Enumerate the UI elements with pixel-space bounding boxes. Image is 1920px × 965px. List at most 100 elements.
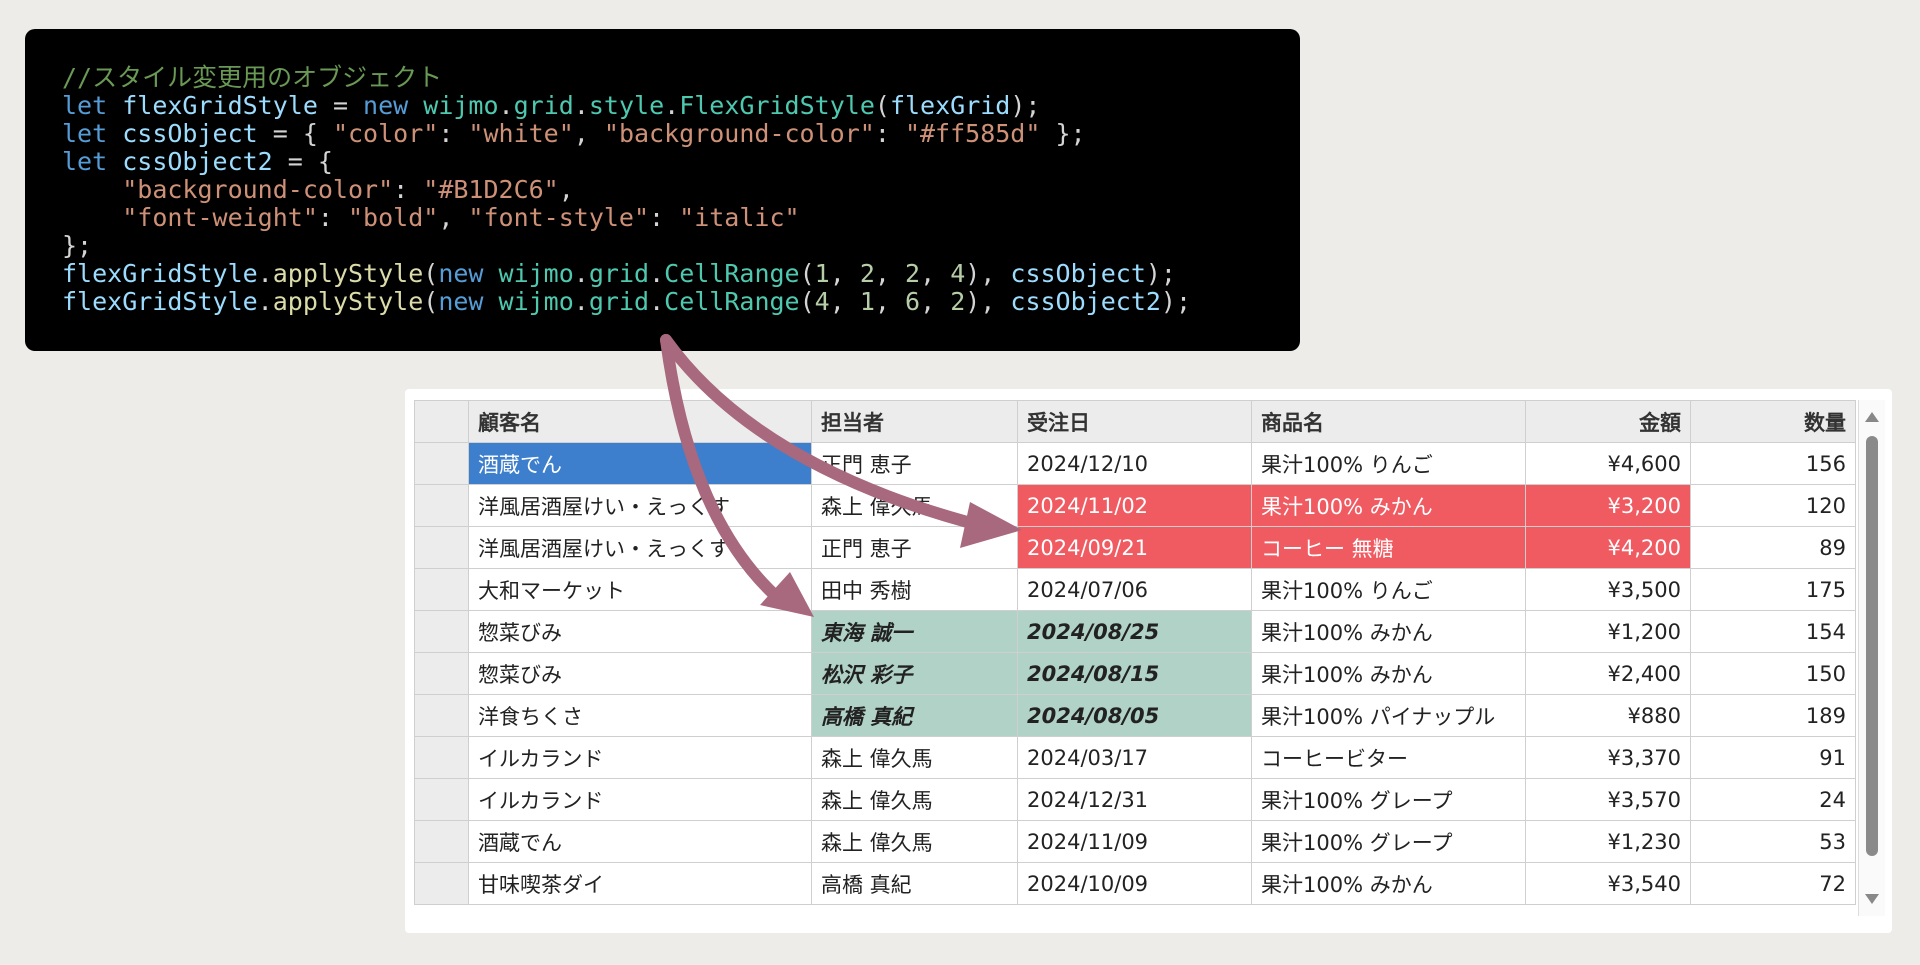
column-header[interactable]: 数量 [1690,400,1856,443]
grid-cell[interactable]: ¥3,500 [1525,568,1691,611]
table-row[interactable]: 酒蔵でん 森上 偉久馬 2024/11/09 果汁100% グレープ ¥1,230 53 [414,820,1856,863]
grid-cell[interactable]: 酒蔵でん [468,442,812,485]
grid-cell[interactable]: ¥1,200 [1525,610,1691,653]
grid-cell[interactable]: 果汁100% グレープ [1251,778,1526,821]
grid-cell[interactable]: コーヒー 無糖 [1251,526,1526,569]
row-header[interactable] [414,568,469,611]
grid-cell[interactable]: 田中 秀樹 [811,568,1018,611]
grid-cell[interactable]: 120 [1690,484,1856,527]
grid-cell[interactable]: 89 [1690,526,1856,569]
grid-cell[interactable]: ¥1,230 [1525,820,1691,863]
grid-cell[interactable]: 正門 恵子 [811,442,1018,485]
grid-cell[interactable]: 甘味喫茶ダイ [468,862,812,905]
table-row[interactable]: 大和マーケット 田中 秀樹 2024/07/06 果汁100% りんご ¥3,500 17… [414,568,1856,611]
grid-cell[interactable]: コーヒービター [1251,736,1526,779]
row-header[interactable] [414,862,469,905]
grid-cell[interactable]: 2024/12/10 [1017,442,1252,485]
grid-cell[interactable]: 森上 偉久馬 [811,736,1018,779]
grid-cell[interactable]: ¥4,200 [1525,526,1691,569]
grid-cell[interactable]: 果汁100% みかん [1251,484,1526,527]
scrollbar-thumb[interactable] [1866,436,1878,856]
grid-cell[interactable]: ¥3,370 [1525,736,1691,779]
grid-cell[interactable]: 2024/08/15 [1017,652,1252,695]
row-header[interactable] [414,442,469,485]
triangle-up-icon[interactable] [1865,412,1879,422]
row-header[interactable] [414,778,469,821]
table-row[interactable]: イルカランド 森上 偉久馬 2024/12/31 果汁100% グレープ ¥3,570 2… [414,778,1856,821]
grid-cell[interactable]: 91 [1690,736,1856,779]
grid-cell[interactable]: 洋食ちくさ [468,694,812,737]
grid-cell[interactable]: イルカランド [468,736,812,779]
grid-cell[interactable]: ¥4,600 [1525,442,1691,485]
grid-cell[interactable]: 大和マーケット [468,568,812,611]
grid-cell[interactable]: 果汁100% みかん [1251,610,1526,653]
grid-cell[interactable]: 正門 恵子 [811,526,1018,569]
grid-cell[interactable]: 高橋 真紀 [811,694,1018,737]
grid-cell[interactable]: 高橋 真紀 [811,862,1018,905]
table-row[interactable]: 甘味喫茶ダイ 高橋 真紀 2024/10/09 果汁100% みかん ¥3,540 72 [414,862,1856,905]
grid-cell[interactable]: 175 [1690,568,1856,611]
grid-cell[interactable]: 洋風居酒屋けい・えっくす [468,526,812,569]
grid-cell[interactable]: 2024/10/09 [1017,862,1252,905]
grid-cell[interactable]: 果汁100% グレープ [1251,820,1526,863]
grid-cell[interactable]: イルカランド [468,778,812,821]
grid-cell[interactable]: 森上 偉久馬 [811,820,1018,863]
vertical-scrollbar[interactable] [1858,400,1885,916]
row-header[interactable] [414,610,469,653]
grid-cell[interactable]: 果汁100% みかん [1251,652,1526,695]
row-header[interactable] [414,694,469,737]
grid-cell[interactable]: ¥880 [1525,694,1691,737]
column-header[interactable]: 顧客名 [468,400,812,443]
grid-cell[interactable]: 森上 偉久馬 [811,778,1018,821]
table-row[interactable]: 酒蔵でん 正門 恵子 2024/12/10 果汁100% りんご ¥4,600 156 [414,442,1856,485]
column-header[interactable]: 商品名 [1251,400,1526,443]
table-row[interactable]: 洋風居酒屋けい・えっくす 森上 偉久馬 2024/11/02 果汁100% みかん ¥3… [414,484,1856,527]
grid-cell[interactable]: 2024/09/21 [1017,526,1252,569]
grid-cell[interactable]: 189 [1690,694,1856,737]
grid-cell[interactable]: 2024/12/31 [1017,778,1252,821]
grid-cell[interactable]: ¥3,570 [1525,778,1691,821]
table-row[interactable]: 惣菜びみ 東海 誠一 2024/08/25 果汁100% みかん ¥1,200 154 [414,610,1856,653]
grid-cell[interactable]: 24 [1690,778,1856,821]
table-row[interactable]: 洋風居酒屋けい・えっくす 正門 恵子 2024/09/21 コーヒー 無糖 ¥4,200… [414,526,1856,569]
table-row[interactable]: 洋食ちくさ 高橋 真紀 2024/08/05 果汁100% パイナップル ¥880 189 [414,694,1856,737]
grid-cell[interactable]: 洋風居酒屋けい・えっくす [468,484,812,527]
flexgrid-viewport[interactable]: 顧客名 担当者 受注日 商品名 金額 数量 酒蔵でん 正門 恵子 2024/12/10 果汁10… [414,400,1858,916]
column-header[interactable]: 受注日 [1017,400,1252,443]
row-header[interactable] [414,484,469,527]
grid-cell[interactable]: 156 [1690,442,1856,485]
grid-cell[interactable]: 2024/07/06 [1017,568,1252,611]
grid-cell[interactable]: ¥3,200 [1525,484,1691,527]
table-row[interactable]: イルカランド 森上 偉久馬 2024/03/17 コーヒービター ¥3,370 91 [414,736,1856,779]
triangle-down-icon[interactable] [1865,894,1879,904]
flexgrid[interactable]: 顧客名 担当者 受注日 商品名 金額 数量 酒蔵でん 正門 恵子 2024/12/10 果汁10… [414,400,1856,905]
grid-cell[interactable]: 惣菜びみ [468,610,812,653]
grid-cell[interactable]: 150 [1690,652,1856,695]
grid-cell[interactable]: 松沢 彩子 [811,652,1018,695]
table-row[interactable]: 惣菜びみ 松沢 彩子 2024/08/15 果汁100% みかん ¥2,400 150 [414,652,1856,695]
column-header[interactable]: 金額 [1525,400,1691,443]
row-header[interactable] [414,652,469,695]
grid-cell[interactable]: 53 [1690,820,1856,863]
grid-cell[interactable]: 2024/08/25 [1017,610,1252,653]
row-header[interactable] [414,820,469,863]
grid-cell[interactable]: 森上 偉久馬 [811,484,1018,527]
grid-cell[interactable]: 果汁100% りんご [1251,568,1526,611]
row-header[interactable] [414,526,469,569]
grid-cell[interactable]: 154 [1690,610,1856,653]
grid-cell[interactable]: 惣菜びみ [468,652,812,695]
grid-cell[interactable]: 果汁100% みかん [1251,862,1526,905]
grid-cell[interactable]: 東海 誠一 [811,610,1018,653]
grid-cell[interactable]: ¥2,400 [1525,652,1691,695]
grid-cell[interactable]: ¥3,540 [1525,862,1691,905]
grid-cell[interactable]: 2024/11/09 [1017,820,1252,863]
grid-cell[interactable]: 酒蔵でん [468,820,812,863]
grid-cell[interactable]: 2024/11/02 [1017,484,1252,527]
grid-cell[interactable]: 果汁100% りんご [1251,442,1526,485]
grid-cell[interactable]: 果汁100% パイナップル [1251,694,1526,737]
grid-cell[interactable]: 2024/03/17 [1017,736,1252,779]
row-header[interactable] [414,736,469,779]
grid-cell[interactable]: 2024/08/05 [1017,694,1252,737]
grid-cell[interactable]: 72 [1690,862,1856,905]
column-header[interactable]: 担当者 [811,400,1018,443]
